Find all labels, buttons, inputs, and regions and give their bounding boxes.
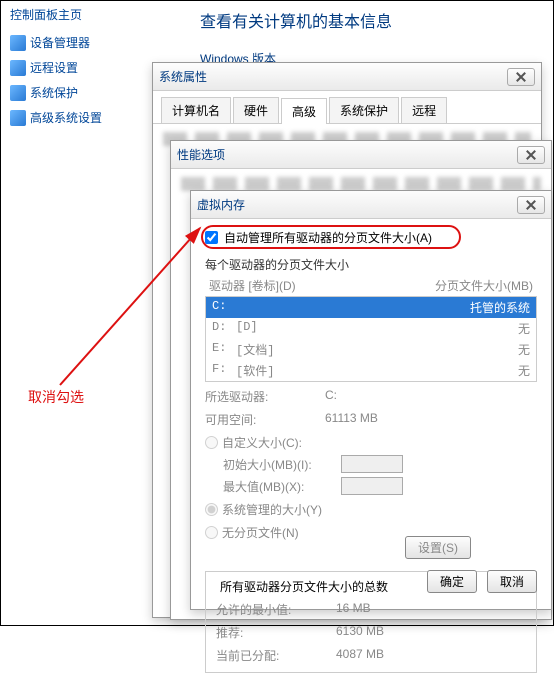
blurred-tabs <box>181 177 541 191</box>
no-pagefile-label: 无分页文件(N) <box>222 524 299 541</box>
annotation-text: 取消勾选 <box>28 387 84 407</box>
virtual-memory-dialog: 虚拟内存 自动管理所有驱动器的分页文件大小(A) 每个驱动器的分页文件大小 驱动… <box>190 190 552 610</box>
sidebar-item-device-manager[interactable]: 设备管理器 <box>10 30 102 55</box>
control-panel-home[interactable]: 控制面板主页 <box>10 6 82 23</box>
dialog-title: 系统属性 <box>159 68 207 85</box>
no-pagefile-radio[interactable] <box>205 526 218 539</box>
close-icon <box>526 150 536 160</box>
recommended-label: 推荐: <box>216 624 336 641</box>
sidebar-item-system-protection[interactable]: 系统保护 <box>10 80 102 105</box>
titlebar: 系统属性 <box>153 63 541 91</box>
custom-size-radio[interactable] <box>205 436 218 449</box>
current-allocated-label: 当前已分配: <box>216 647 336 664</box>
recommended-value: 6130 MB <box>336 624 384 641</box>
sidebar-item-remote-settings[interactable]: 远程设置 <box>10 55 102 80</box>
auto-manage-checkbox[interactable] <box>205 231 218 244</box>
initial-size-input[interactable] <box>341 455 403 473</box>
available-space-label: 可用空间: <box>205 411 325 428</box>
gear-icon <box>10 60 26 76</box>
sidebar-label: 设备管理器 <box>30 34 90 51</box>
dialog-title: 虚拟内存 <box>197 196 245 213</box>
tab-advanced[interactable]: 高级 <box>281 98 327 124</box>
tab-system-protection[interactable]: 系统保护 <box>329 97 399 123</box>
sidebar-label: 高级系统设置 <box>30 109 102 126</box>
titlebar: 性能选项 <box>171 141 551 169</box>
tabs: 计算机名 硬件 高级 系统保护 远程 <box>153 91 541 124</box>
current-allocated-value: 4087 MB <box>336 647 384 664</box>
min-allowed-label: 允许的最小值: <box>216 601 336 618</box>
close-icon <box>526 200 536 210</box>
system-managed-radio[interactable] <box>205 503 218 516</box>
drive-list[interactable]: C:托管的系统 D:[D]无 E:[文档]无 F:[软件]无 <box>205 296 537 382</box>
per-drive-label: 每个驱动器的分页文件大小 <box>205 256 537 273</box>
initial-size-label: 初始大小(MB)(I): <box>223 456 333 473</box>
min-allowed-value: 16 MB <box>336 601 371 618</box>
tab-remote[interactable]: 远程 <box>401 97 447 123</box>
sidebar-label: 系统保护 <box>30 84 78 101</box>
max-size-label: 最大值(MB)(X): <box>223 478 333 495</box>
sidebar-item-advanced-system[interactable]: 高级系统设置 <box>10 105 102 130</box>
drive-row[interactable]: F:[软件]无 <box>206 360 536 381</box>
drive-row[interactable]: D:[D]无 <box>206 318 536 339</box>
system-managed-label: 系统管理的大小(Y) <box>222 501 322 518</box>
drive-list-header: 驱动器 [卷标](D) 分页文件大小(MB) <box>205 277 537 294</box>
close-button[interactable] <box>507 68 535 86</box>
cancel-button[interactable]: 取消 <box>487 570 537 593</box>
close-button[interactable] <box>517 196 545 214</box>
titlebar: 虚拟内存 <box>191 191 551 219</box>
gear-icon <box>10 110 26 126</box>
close-button[interactable] <box>517 146 545 164</box>
drive-row[interactable]: E:[文档]无 <box>206 339 536 360</box>
available-space-value: 61113 MB <box>325 411 378 428</box>
control-panel-list: 设备管理器 远程设置 系统保护 高级系统设置 <box>10 30 102 130</box>
selected-drive-label: 所选驱动器: <box>205 388 325 405</box>
max-size-input[interactable] <box>341 477 403 495</box>
gear-icon <box>10 85 26 101</box>
tab-computer-name[interactable]: 计算机名 <box>161 97 231 123</box>
drive-row[interactable]: C:托管的系统 <box>206 297 536 318</box>
custom-size-label: 自定义大小(C): <box>222 434 302 451</box>
set-button[interactable]: 设置(S) <box>405 536 471 559</box>
close-icon <box>516 72 526 82</box>
auto-manage-label: 自动管理所有驱动器的分页文件大小(A) <box>224 229 432 246</box>
tab-hardware[interactable]: 硬件 <box>233 97 279 123</box>
gear-icon <box>10 35 26 51</box>
selected-drive-value: C: <box>325 388 337 405</box>
sidebar-label: 远程设置 <box>30 59 78 76</box>
dialog-title: 性能选项 <box>177 146 225 163</box>
page-title: 查看有关计算机的基本信息 <box>200 8 392 32</box>
ok-button[interactable]: 确定 <box>427 570 477 593</box>
